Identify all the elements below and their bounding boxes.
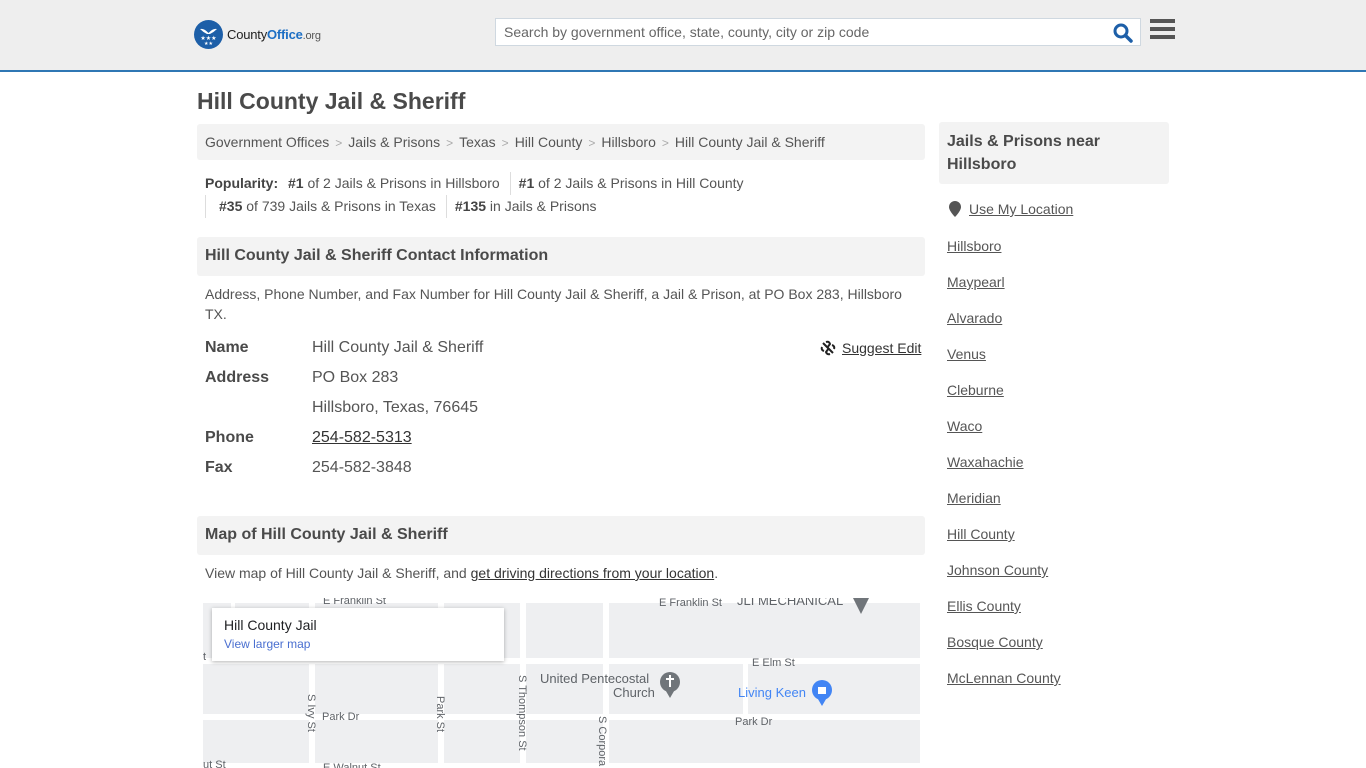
unlink-icon: [820, 340, 836, 356]
nearby-link-hill-county[interactable]: Hill County: [947, 524, 1061, 560]
nearby-link-waco[interactable]: Waco: [947, 416, 1061, 452]
nearby-link-ellis-county[interactable]: Ellis County: [947, 596, 1061, 632]
poi-label-jli: JLI MECHANICAL: [737, 598, 843, 608]
view-larger-map-link[interactable]: View larger map: [224, 637, 492, 651]
address-line2: Hillsboro, Texas, 76645: [312, 399, 479, 416]
address-line1: PO Box 283: [312, 369, 399, 386]
search-button[interactable]: [1112, 22, 1134, 44]
suggest-edit-button[interactable]: Suggest Edit: [820, 340, 921, 356]
nearby-link-meridian[interactable]: Meridian: [947, 488, 1061, 524]
sidebar-header: Jails & Prisons near Hillsboro: [939, 122, 1169, 184]
street-label: E Franklin St: [323, 598, 386, 607]
street-label: E Walnut St: [323, 762, 381, 768]
phone-link[interactable]: 254-582-5313: [312, 429, 412, 446]
street-label: S Ivy St: [305, 694, 317, 732]
street-label: ut St: [203, 759, 226, 768]
search-bar: [495, 18, 1141, 46]
page-title: Hill County Jail & Sheriff: [197, 88, 466, 114]
poi-label-living-keen: Living Keen: [738, 685, 806, 700]
street-label: E Elm St: [752, 657, 795, 669]
name-value: Hill County Jail & Sheriff: [312, 339, 484, 356]
popularity-label: Popularity:: [205, 175, 279, 191]
phone-value: 254-582-5313: [312, 429, 412, 447]
breadcrumb-texas[interactable]: Texas: [459, 134, 496, 150]
nearby-link-bosque-county[interactable]: Bosque County: [947, 632, 1061, 668]
street-label: Park Dr: [735, 716, 773, 728]
site-header: ★★★ ★★ CountyOffice.org: [0, 0, 1366, 72]
breadcrumb-jails-prisons[interactable]: Jails & Prisons: [348, 134, 440, 150]
popularity-item: #1 of 2 Jails & Prisons in Hillsboro: [288, 172, 511, 195]
map-info-card: Hill County Jail View larger map: [212, 608, 504, 661]
popularity-item: #35 of 739 Jails & Prisons in Texas: [219, 195, 447, 218]
fax-value: 254-582-3848: [312, 459, 412, 476]
embedded-map[interactable]: E Franklin St E Franklin St JLI MECHANIC…: [203, 598, 920, 768]
street-label: t: [203, 651, 206, 663]
popularity-item: #135 in Jails & Prisons: [454, 198, 597, 214]
breadcrumb-current[interactable]: Hill County Jail & Sheriff: [675, 134, 825, 150]
breadcrumb: Government Offices > Jails & Prisons > Texas…: [197, 124, 925, 160]
contact-info-header: Hill County Jail & Sheriff Contact Infor…: [197, 237, 925, 276]
poi-label-church: United Pentecostal: [540, 671, 649, 686]
suggest-edit-link[interactable]: Suggest Edit: [842, 340, 921, 356]
breadcrumb-government-offices[interactable]: Government Offices: [205, 134, 329, 150]
nearby-links-list: Hillsboro Maypearl Alvarado Venus Clebur…: [947, 236, 1061, 704]
breadcrumb-separator: >: [588, 136, 596, 150]
address-label: Address: [205, 369, 270, 386]
street-label: Park St: [434, 696, 446, 732]
nearby-link-johnson-county[interactable]: Johnson County: [947, 560, 1061, 596]
menu-bar: [1150, 35, 1175, 39]
driving-directions-link[interactable]: get driving directions from your locatio…: [471, 565, 715, 581]
phone-label: Phone: [205, 429, 254, 446]
name-label: Name: [205, 339, 249, 356]
breadcrumb-hill-county[interactable]: Hill County: [515, 134, 583, 150]
poi-label-church: Church: [613, 685, 655, 700]
svg-text:★★: ★★: [204, 41, 213, 47]
use-my-location-link[interactable]: Use My Location: [969, 201, 1073, 217]
popularity-item: #1 of 2 Jails & Prisons in Hill County: [518, 175, 744, 191]
street-label: S Thompson St: [516, 675, 528, 751]
map-section-header: Map of Hill County Jail & Sheriff: [197, 516, 925, 555]
search-icon: [1113, 23, 1133, 43]
street-label: Park Dr: [322, 711, 360, 723]
map-description: View map of Hill County Jail & Sheriff, …: [205, 565, 719, 581]
hamburger-menu-icon: [1150, 19, 1175, 23]
nearby-link-venus[interactable]: Venus: [947, 344, 1061, 380]
popularity-rankings: Popularity: #1 of 2 Jails & Prisons in H…: [205, 172, 925, 218]
menu-bar: [1150, 27, 1175, 31]
map-place-title: Hill County Jail: [224, 617, 317, 633]
fax-label: Fax: [205, 459, 233, 476]
nearby-link-hillsboro[interactable]: Hillsboro: [947, 236, 1061, 272]
breadcrumb-separator: >: [661, 136, 669, 150]
search-input[interactable]: [496, 19, 1096, 45]
nearby-link-alvarado[interactable]: Alvarado: [947, 308, 1061, 344]
breadcrumb-hillsboro[interactable]: Hillsboro: [601, 134, 655, 150]
site-logo[interactable]: ★★★ ★★ CountyOffice.org: [194, 20, 321, 49]
nearby-link-mclennan-county[interactable]: McLennan County: [947, 668, 1061, 704]
map-pin-icon: [853, 598, 869, 614]
nearby-link-cleburne[interactable]: Cleburne: [947, 380, 1061, 416]
use-my-location[interactable]: Use My Location: [949, 201, 1073, 217]
church-pin-icon: [660, 672, 680, 698]
nearby-link-maypearl[interactable]: Maypearl: [947, 272, 1061, 308]
hamburger-menu-button[interactable]: [1150, 19, 1175, 42]
breadcrumb-separator: >: [446, 136, 454, 150]
street-label: S Corpora: [596, 716, 608, 767]
breadcrumb-separator: >: [335, 136, 343, 150]
location-pin-icon: [949, 201, 961, 217]
eagle-logo-icon: ★★★ ★★: [194, 20, 223, 49]
street-label: E Franklin St: [659, 598, 722, 609]
shopping-pin-icon: [812, 680, 832, 706]
breadcrumb-separator: >: [501, 136, 509, 150]
nearby-link-waxahachie[interactable]: Waxahachie: [947, 452, 1061, 488]
contact-description: Address, Phone Number, and Fax Number fo…: [205, 286, 902, 322]
logo-wordmark: CountyOffice.org: [227, 27, 321, 42]
